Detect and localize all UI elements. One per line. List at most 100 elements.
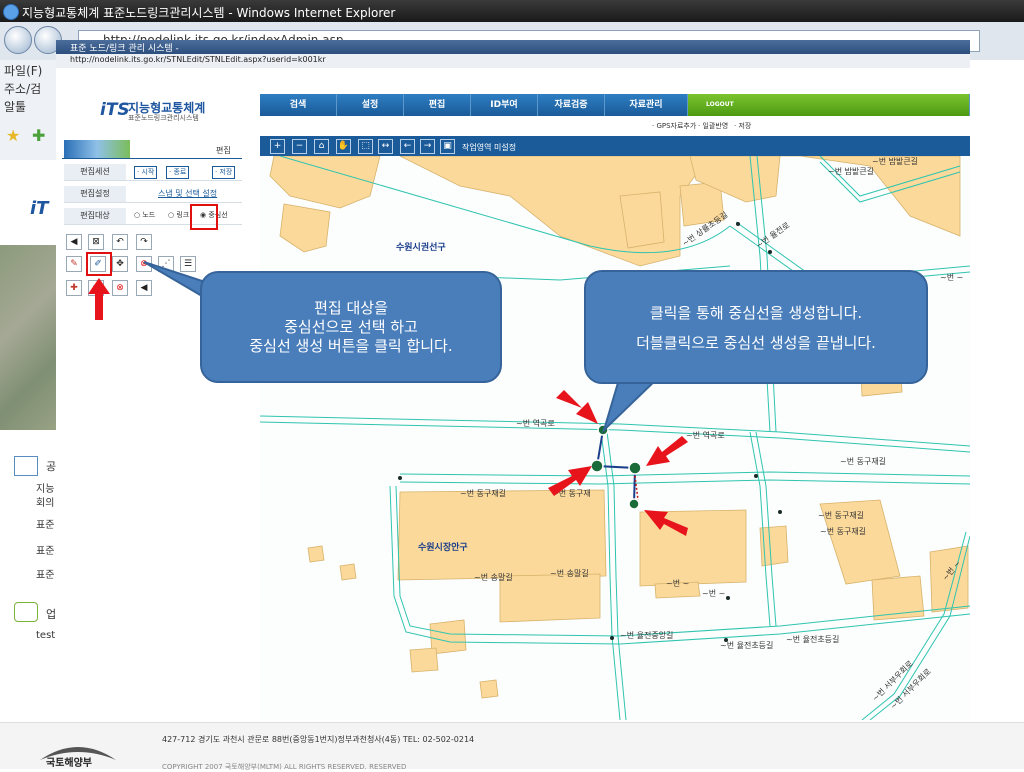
pointer-arrow-icon	[556, 390, 598, 424]
district-label: 수원시장안구	[418, 543, 468, 553]
road-label: ~번 ~	[666, 579, 690, 588]
callout-right-line: 더블클릭으로 중심선 생성을 끝냅니다.	[636, 334, 876, 352]
outer-background-page: iT 공 지능 회의 표준 표준 표준 업 test	[0, 160, 61, 720]
select-icon[interactable]: ⬚	[358, 139, 373, 154]
create-centerline-highlight-box	[86, 252, 112, 276]
work-area-status: 작업영역 미설정	[462, 143, 517, 152]
move-icon[interactable]: ✥	[112, 256, 128, 272]
delete-node-icon[interactable]: ⊗	[112, 280, 128, 296]
subnav-save[interactable]: · 저장	[734, 121, 751, 131]
map-block	[409, 647, 439, 673]
map-svg	[260, 156, 970, 720]
favorites-star-icon[interactable]: ★	[6, 126, 20, 145]
top-navigation: 검색 설정 편집 ID부여 자료검증 자료관리 LOGOUT	[260, 94, 970, 116]
session-end-button[interactable]: · 종료	[166, 166, 190, 179]
redo-icon[interactable]: ↷	[136, 234, 152, 250]
tab-search[interactable]: 검색	[260, 94, 337, 116]
undo-icon[interactable]: ↶	[112, 234, 128, 250]
road-label: ~번 동구재길	[460, 489, 507, 498]
road-label: ~번 밤밭큰길	[828, 167, 875, 176]
add-favorite-icon[interactable]: ✚	[32, 126, 45, 145]
road-label: ~번 동구재길	[818, 511, 865, 520]
map-block	[499, 573, 601, 623]
edit-session-row: 편집세션 · 시작 · 종료 · 저장	[64, 164, 242, 181]
measure-icon[interactable]: ↔	[378, 139, 393, 154]
edit-setting-row: 편집설정 스냅 및 선택 설정	[64, 186, 242, 203]
road-label: ~번 역곡로	[516, 419, 555, 428]
outer-window-title: 지능형교통체계 표준노드링크관리시스템 - Windows Internet E…	[22, 6, 396, 20]
back-icon[interactable]	[4, 26, 32, 54]
outer-window-titlebar: 지능형교통체계 표준노드링크관리시스템 - Windows Internet E…	[0, 0, 1024, 22]
tab-settings[interactable]: 설정	[337, 94, 404, 116]
menu-address[interactable]: 주소/검	[4, 80, 41, 97]
callout-left: 편집 대상을 중심선으로 선택 하고 중심선 생성 버튼을 클릭 합니다.	[200, 271, 502, 383]
update-item[interactable]: test	[36, 630, 55, 641]
notice-icon	[14, 456, 38, 476]
back-icon[interactable]: ←	[400, 139, 415, 154]
footer-address: 427-712 경기도 과천시 관문로 88번(중앙동1번지)정부과천청사(4동…	[162, 735, 475, 744]
inner-address-bar[interactable]: http://nodelink.its.go.kr/STNLEdit/STNLE…	[56, 54, 970, 69]
extent-icon[interactable]: ▣	[440, 139, 455, 154]
subnav-batch-apply[interactable]: · 일괄반영	[698, 121, 728, 131]
road-label: ~번 율전중앙길	[620, 631, 674, 640]
edit-panel-banner	[64, 140, 130, 158]
district-label: 수원시권선구	[396, 243, 446, 253]
forward-icon[interactable]: →	[420, 139, 435, 154]
callout-left-line: 중심선으로 선택 하고	[284, 318, 418, 336]
map-canvas[interactable]: 수원시권선구 수원시장안구 ~번 역곡로 ~번 역곡로 ~번 동구재길 ~번 동…	[260, 156, 970, 720]
tab-data-manage[interactable]: 자료관리	[605, 94, 688, 116]
menu-file[interactable]: 파일(F)	[4, 62, 42, 79]
home-icon[interactable]: ⌂	[314, 139, 329, 154]
map-node	[778, 510, 782, 514]
road-label: ~번 율전초등길	[786, 635, 840, 644]
target-link-radio[interactable]: ○ 링크	[168, 210, 189, 220]
map-block	[479, 679, 499, 699]
pan-icon[interactable]: ✋	[336, 139, 351, 154]
ministry-logo-text: 국토해양부	[46, 758, 92, 769]
ie-icon	[3, 4, 19, 20]
notice-item[interactable]: 지능	[36, 480, 54, 495]
callout-right: 클릭을 통해 중심선을 생성합니다. 더블클릭으로 중심선 생성을 끝냅니다.	[584, 270, 928, 384]
notice-item[interactable]: 표준	[36, 516, 54, 531]
its-logo: iTS	[100, 100, 130, 120]
subnav-gps-add[interactable]: · GPS자료추가	[652, 121, 696, 131]
snap-select-setting-link[interactable]: 스냅 및 선택 설정	[158, 188, 217, 199]
target-node-radio[interactable]: ○ 노드	[134, 210, 155, 220]
notice-item[interactable]: 회의	[36, 494, 54, 509]
session-start-button[interactable]: · 시작	[134, 166, 158, 179]
inner-window-title: 표준 노드/링크 관리 시스템 -	[70, 44, 179, 54]
tab-id-assign[interactable]: ID부여	[471, 94, 538, 116]
edit-session-label: 편집세션	[64, 164, 126, 180]
sub-navigation: · GPS자료추가 · 일괄반영 · 저장	[560, 121, 960, 133]
notice-item[interactable]: 표준	[36, 542, 54, 557]
logout-button[interactable]: LOGOUT	[688, 94, 970, 116]
road-label: ~번 동구재길	[840, 457, 887, 466]
tab-data-verify[interactable]: 자료검증	[538, 94, 605, 116]
draw-link-icon[interactable]: ✎	[66, 256, 82, 272]
notice-item[interactable]: 표준	[36, 566, 54, 581]
edit-setting-label: 편집설정	[64, 186, 126, 202]
session-save-button[interactable]: · 저장	[212, 166, 236, 179]
tool-select-icon[interactable]: ◀	[66, 234, 82, 250]
menu-altool[interactable]: 알툴	[4, 98, 26, 115]
edit-target-label: 편집대상	[64, 208, 126, 224]
road-label: ~번 ~	[940, 273, 964, 282]
road-label: ~번 송말길	[550, 569, 589, 578]
up-arrow-indicator	[88, 278, 110, 320]
outer-logo: iT	[30, 198, 49, 219]
inner-window-titlebar: 표준 노드/링크 관리 시스템 -	[56, 40, 970, 54]
zoom-out-icon[interactable]: −	[292, 139, 307, 154]
road-label: ~번 ~	[702, 589, 726, 598]
map-block	[619, 191, 665, 249]
map-node	[398, 476, 402, 480]
map-block	[397, 489, 607, 581]
tool-box-select-icon[interactable]: ⊠	[88, 234, 104, 250]
map-block	[339, 563, 357, 581]
outer-footer	[0, 722, 1024, 769]
map-node	[726, 596, 730, 600]
add-node-icon[interactable]: ✚	[66, 280, 82, 296]
map-node	[736, 222, 740, 226]
callout-left-line: 중심선 생성 버튼을 클릭 합니다.	[249, 337, 453, 355]
zoom-in-icon[interactable]: +	[270, 139, 285, 154]
tab-edit[interactable]: 편집	[404, 94, 471, 116]
